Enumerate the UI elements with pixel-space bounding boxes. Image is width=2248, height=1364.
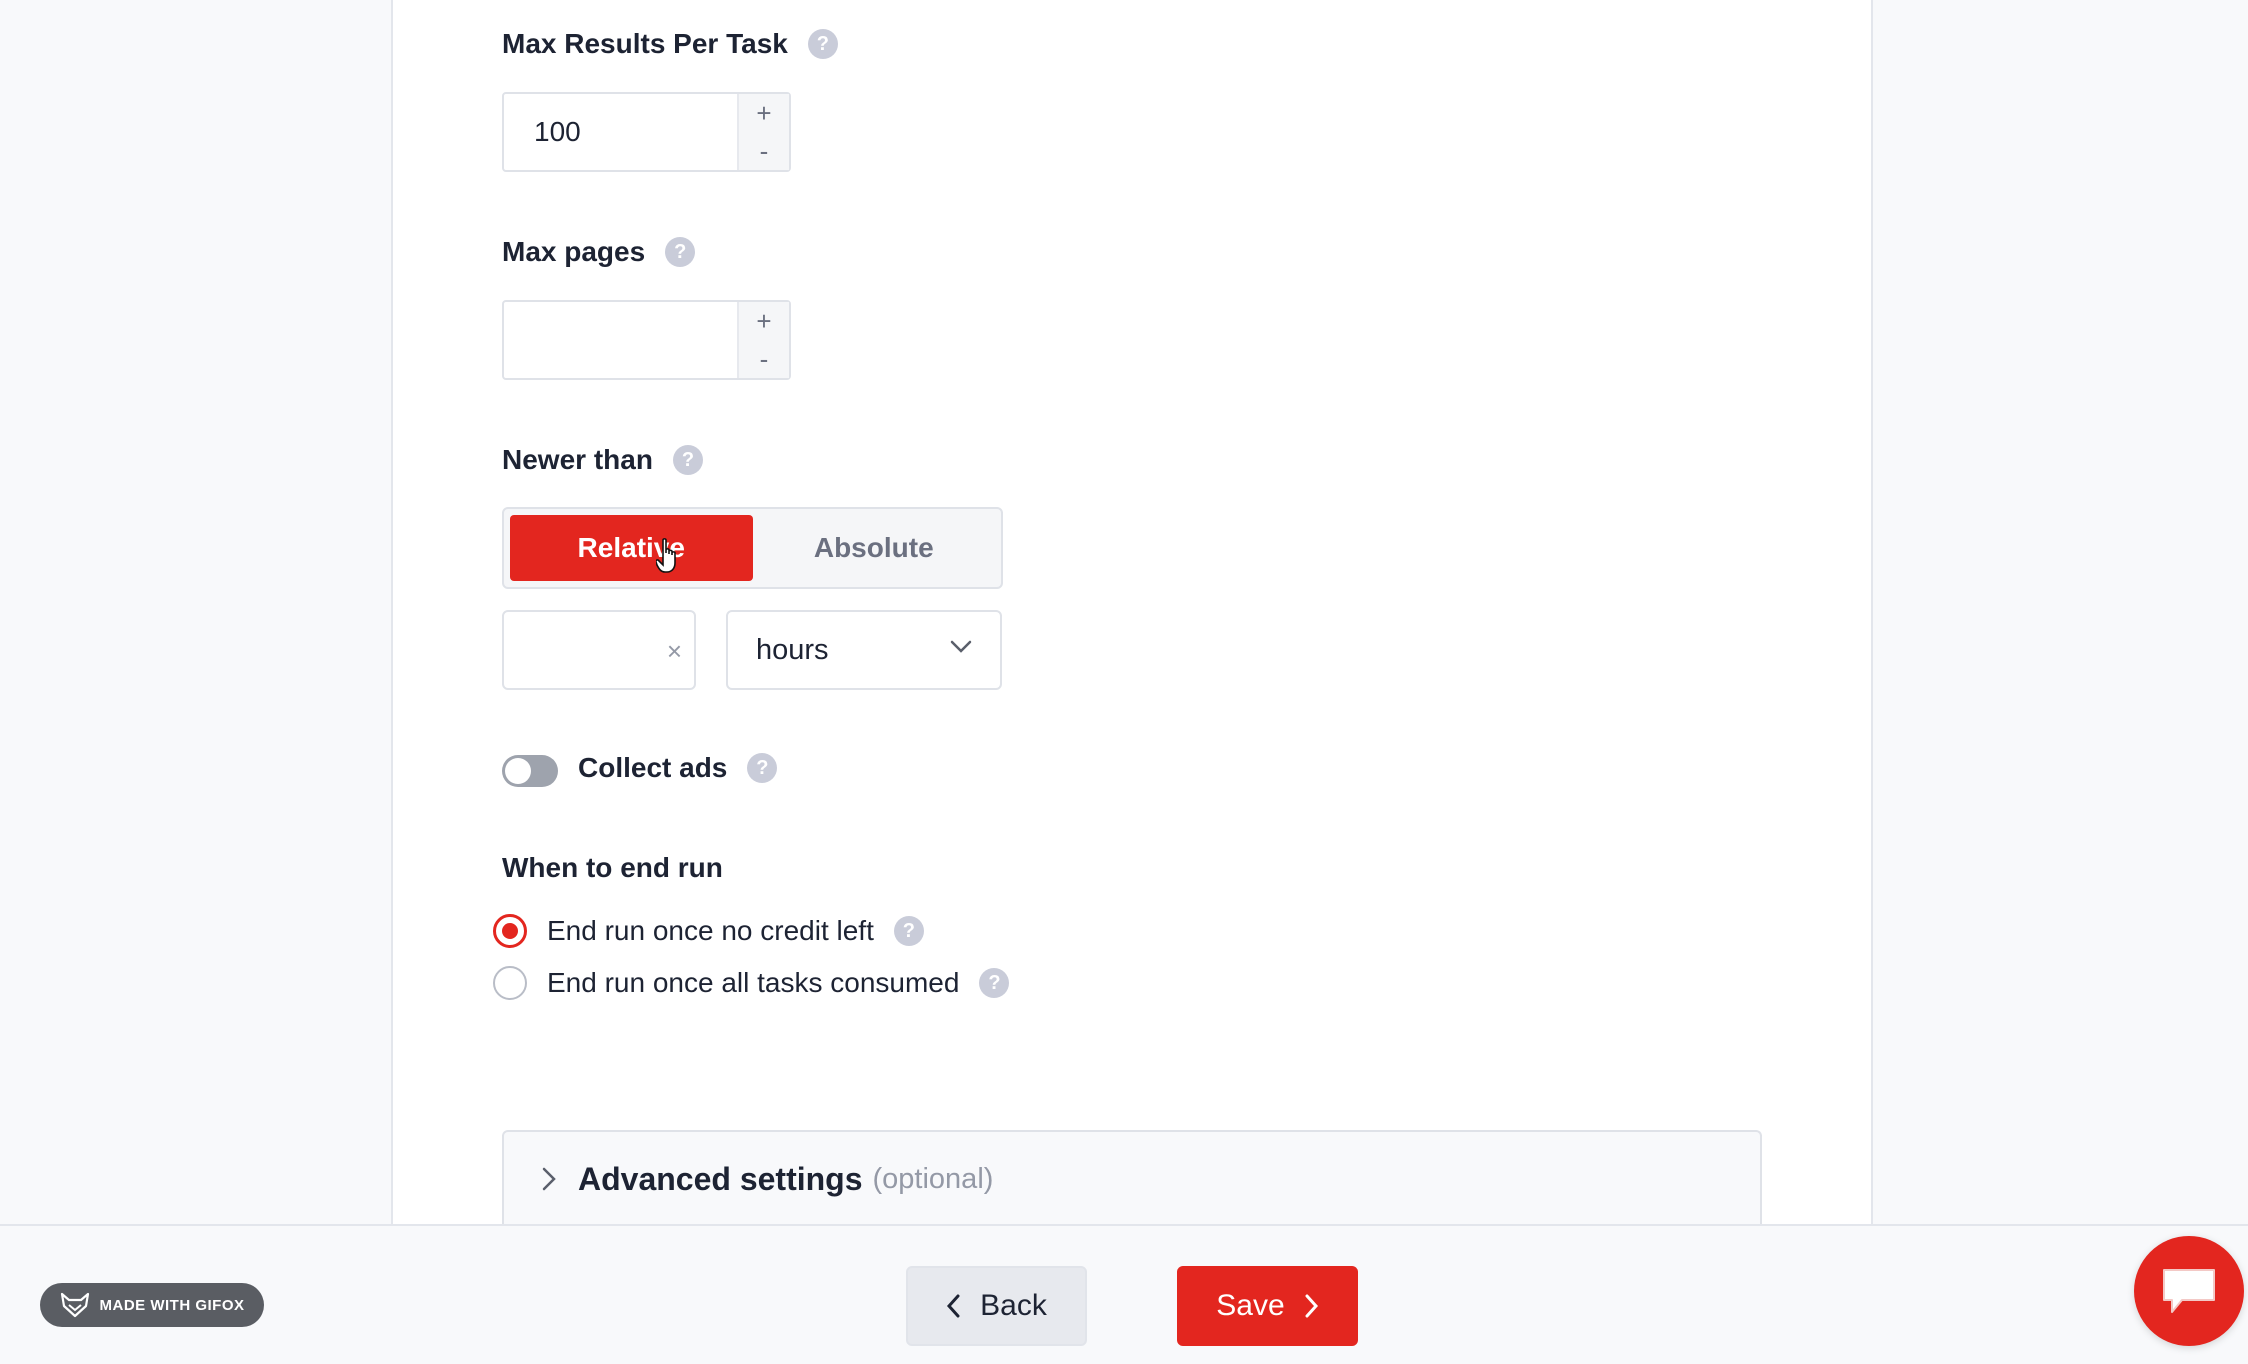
- max-results-label: Max Results Per Task ?: [502, 28, 838, 60]
- increment-button[interactable]: +: [739, 94, 789, 132]
- save-button-label: Save: [1216, 1289, 1285, 1322]
- chevron-left-icon: [947, 1294, 960, 1318]
- max-results-stepper: 100 + -: [502, 92, 791, 172]
- mode-relative-button[interactable]: Relative: [510, 515, 753, 581]
- decrement-button[interactable]: -: [739, 132, 789, 170]
- max-pages-stepper: + -: [502, 300, 791, 380]
- help-icon[interactable]: ?: [893, 916, 924, 946]
- collect-ads-label: Collect ads ?: [578, 752, 778, 784]
- toggle-knob: [505, 758, 531, 784]
- decrement-button[interactable]: -: [739, 340, 789, 378]
- newer-than-label-text: Newer than: [502, 444, 653, 475]
- gifox-badge[interactable]: MADE WITH GIFOX: [40, 1283, 264, 1327]
- newer-than-label: Newer than ?: [502, 444, 703, 476]
- fox-logo-icon: [60, 1292, 89, 1318]
- end-run-option-no-credit[interactable]: End run once no credit left ?: [493, 914, 924, 948]
- max-pages-label: Max pages ?: [502, 236, 696, 268]
- chat-launcher-button[interactable]: [2134, 1236, 2244, 1346]
- help-icon[interactable]: ?: [672, 445, 703, 475]
- advanced-settings-accordion[interactable]: Advanced settings (optional): [502, 1130, 1762, 1226]
- help-icon[interactable]: ?: [665, 237, 696, 267]
- max-results-label-text: Max Results Per Task: [502, 28, 788, 59]
- increment-button[interactable]: +: [739, 302, 789, 340]
- newer-than-amount-input[interactable]: ×: [502, 610, 696, 690]
- gifox-badge-label: MADE WITH GIFOX: [99, 1296, 245, 1314]
- back-button-label: Back: [980, 1289, 1047, 1322]
- max-results-input[interactable]: 100: [504, 94, 737, 170]
- hand-cursor-icon: [656, 538, 676, 573]
- max-pages-input[interactable]: [504, 302, 737, 378]
- end-run-option-tasks-consumed[interactable]: End run once all tasks consumed ?: [493, 966, 1010, 1000]
- newer-than-unit-select[interactable]: hours: [726, 610, 1002, 690]
- newer-than-mode-toggle: Relative Absolute: [502, 507, 1003, 589]
- newer-than-unit-value: hours: [756, 633, 829, 666]
- help-icon[interactable]: ?: [747, 753, 778, 783]
- back-button[interactable]: Back: [906, 1266, 1087, 1346]
- collect-ads-label-text: Collect ads: [578, 752, 728, 783]
- chevron-right-icon: [1305, 1294, 1318, 1318]
- clear-icon[interactable]: ×: [667, 636, 682, 667]
- save-button[interactable]: Save: [1177, 1266, 1358, 1346]
- mode-absolute-button[interactable]: Absolute: [753, 515, 996, 581]
- radio-label: End run once all tasks consumed: [547, 967, 960, 998]
- radio-label: End run once no credit left: [547, 915, 874, 946]
- max-pages-stepper-buttons: + -: [737, 302, 789, 378]
- chat-icon: [2163, 1269, 2215, 1313]
- footer-bar: MADE WITH GIFOX Back Save: [0, 1224, 2248, 1364]
- max-pages-label-text: Max pages: [502, 236, 646, 267]
- chevron-down-icon: [950, 640, 972, 653]
- collect-ads-toggle[interactable]: [502, 755, 558, 787]
- radio-dot: [502, 923, 518, 939]
- max-results-stepper-buttons: + -: [737, 94, 789, 170]
- advanced-settings-title: Advanced settings: [578, 1160, 863, 1197]
- radio-button[interactable]: [493, 966, 527, 1000]
- help-icon[interactable]: ?: [979, 968, 1010, 998]
- radio-button[interactable]: [493, 914, 527, 948]
- end-run-title: When to end run: [502, 852, 723, 883]
- advanced-settings-optional: (optional): [872, 1162, 994, 1195]
- chevron-right-icon: [542, 1167, 556, 1191]
- help-icon[interactable]: ?: [807, 29, 838, 59]
